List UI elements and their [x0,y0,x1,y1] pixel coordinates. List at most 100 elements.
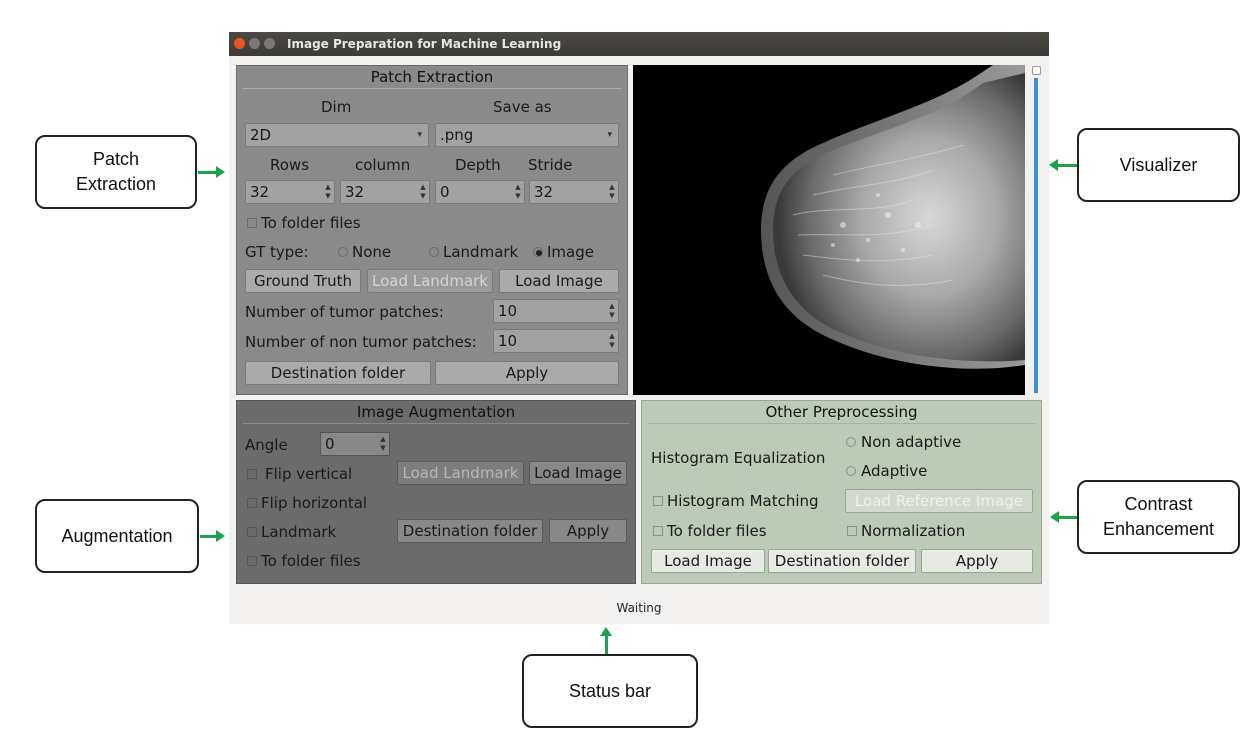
dropdown-arrow-icon: ▾ [607,130,612,140]
landmark-checkbox[interactable] [247,527,257,537]
arrow-icon [1050,511,1059,523]
destination-folder-button[interactable]: Destination folder [397,519,543,543]
divider [648,423,1035,424]
non-adaptive-label: Non adaptive [861,433,962,451]
histogram-equalization-label: Histogram Equalization [651,449,826,467]
apply-button[interactable]: Apply [921,549,1033,573]
column-label: column [355,156,411,174]
apply-button[interactable]: Apply [435,361,619,385]
load-landmark-button[interactable]: Load Landmark [397,461,524,485]
apply-button[interactable]: Apply [549,519,627,543]
non-tumor-patches-spinbox[interactable]: 10 ▲ ▼ [493,329,619,353]
spin-arrows-icon[interactable]: ▲ ▼ [324,183,332,201]
angle-value: 0 [325,435,335,453]
divider [243,88,621,89]
panel-title: Other Preprocessing [765,403,918,421]
dim-select-value: 2D [250,126,272,144]
gt-none-radio[interactable] [338,247,348,257]
to-folder-files-checkbox[interactable] [653,526,663,536]
other-preprocessing-panel: Other Preprocessing Histogram Equalizati… [641,400,1042,584]
arrow-icon [1056,164,1077,167]
spin-arrows-icon[interactable]: ▲ ▼ [419,183,427,201]
flip-horizontal-checkbox[interactable] [247,498,257,508]
stride-spinbox[interactable]: 32 ▲ ▼ [529,180,619,204]
flip-horizontal-label: Flip horizontal [261,494,368,512]
scroll-up-handle[interactable] [1032,66,1041,75]
image-augmentation-panel: Image Augmentation Angle 0 ▲ ▼ Flip verti… [236,400,636,584]
flip-vertical-checkbox[interactable] [247,469,257,479]
arrow-icon [216,166,225,178]
load-image-button[interactable]: Load Image [499,269,619,293]
to-folder-files-label: To folder files [261,552,361,570]
status-bar-callout: Status bar [522,654,698,728]
arrow-icon [600,627,612,636]
contrast-enhancement-callout: Contrast Enhancement [1077,480,1240,554]
spin-arrows-icon[interactable]: ▲ ▼ [608,183,616,201]
mammogram-image [761,65,1025,395]
patch-extraction-panel: Patch Extraction Dim Save as 2D ▾ .png ▾… [236,65,628,395]
maximize-icon[interactable] [264,38,275,49]
load-image-button[interactable]: Load Image [651,549,765,573]
dim-label: Dim [321,98,352,116]
depth-value: 0 [440,183,450,201]
column-spinbox[interactable]: 32 ▲ ▼ [340,180,430,204]
adaptive-label: Adaptive [861,462,928,480]
visualizer-canvas[interactable] [633,65,1025,395]
spin-arrows-icon[interactable]: ▲ ▼ [608,302,616,320]
non-adaptive-radio[interactable] [846,437,856,447]
spin-arrows-icon[interactable]: ▲ ▼ [608,332,616,350]
gt-image-label: Image [547,243,594,261]
scrollbar[interactable] [1034,78,1038,393]
stride-value: 32 [534,183,554,201]
spin-arrows-icon[interactable]: ▲ ▼ [379,435,387,453]
normalization-checkbox[interactable] [847,526,857,536]
column-value: 32 [345,183,365,201]
gt-none-label: None [352,243,392,261]
panel-title: Patch Extraction [370,68,494,86]
normalization-label: Normalization [861,522,966,540]
load-image-button[interactable]: Load Image [529,461,627,485]
spin-arrows-icon[interactable]: ▲ ▼ [514,183,522,201]
dim-select[interactable]: 2D ▾ [245,123,429,147]
panel-title: Image Augmentation [356,403,516,421]
histogram-matching-checkbox[interactable] [653,496,663,506]
to-folder-files-checkbox[interactable] [247,218,257,228]
rows-spinbox[interactable]: 32 ▲ ▼ [245,180,335,204]
destination-folder-button[interactable]: Destination folder [768,549,916,573]
tumor-patches-label: Number of tumor patches: [245,303,444,321]
arrow-icon [216,530,225,542]
augmentation-callout: Augmentation [35,499,199,573]
patch-extraction-callout: Patch Extraction [35,135,197,209]
adaptive-radio[interactable] [846,466,856,476]
angle-spinbox[interactable]: 0 ▲ ▼ [320,432,390,456]
flip-vertical-label: Flip vertical [265,465,353,483]
load-reference-image-button[interactable]: Load Reference Image [845,489,1033,513]
gt-landmark-radio[interactable] [429,247,439,257]
depth-spinbox[interactable]: 0 ▲ ▼ [435,180,525,204]
arrow-icon [605,634,608,654]
save-as-select-value: .png [440,126,474,144]
tumor-patches-spinbox[interactable]: 10 ▲ ▼ [493,299,619,323]
close-icon[interactable] [234,38,245,49]
non-tumor-patches-label: Number of non tumor patches: [245,333,477,351]
window-title: Image Preparation for Machine Learning [287,37,562,51]
to-folder-files-checkbox[interactable] [247,556,257,566]
rows-value: 32 [250,183,270,201]
landmark-label: Landmark [261,523,337,541]
destination-folder-button[interactable]: Destination folder [245,361,431,385]
load-landmark-button[interactable]: Load Landmark [367,269,493,293]
app-window: Image Preparation for Machine Learning P… [229,32,1049,624]
dropdown-arrow-icon: ▾ [417,130,422,140]
angle-label: Angle [245,436,288,454]
arrow-icon [1057,516,1077,519]
gt-type-label: GT type: [245,243,309,261]
minimize-icon[interactable] [249,38,260,49]
non-tumor-patches-value: 10 [498,332,518,350]
depth-label: Depth [455,156,501,174]
visualizer-callout: Visualizer [1077,128,1240,202]
ground-truth-button[interactable]: Ground Truth [245,269,361,293]
status-bar-text: Waiting [616,601,662,615]
gt-image-radio[interactable] [533,247,543,257]
arrow-icon [1049,159,1058,171]
save-as-select[interactable]: .png ▾ [435,123,619,147]
